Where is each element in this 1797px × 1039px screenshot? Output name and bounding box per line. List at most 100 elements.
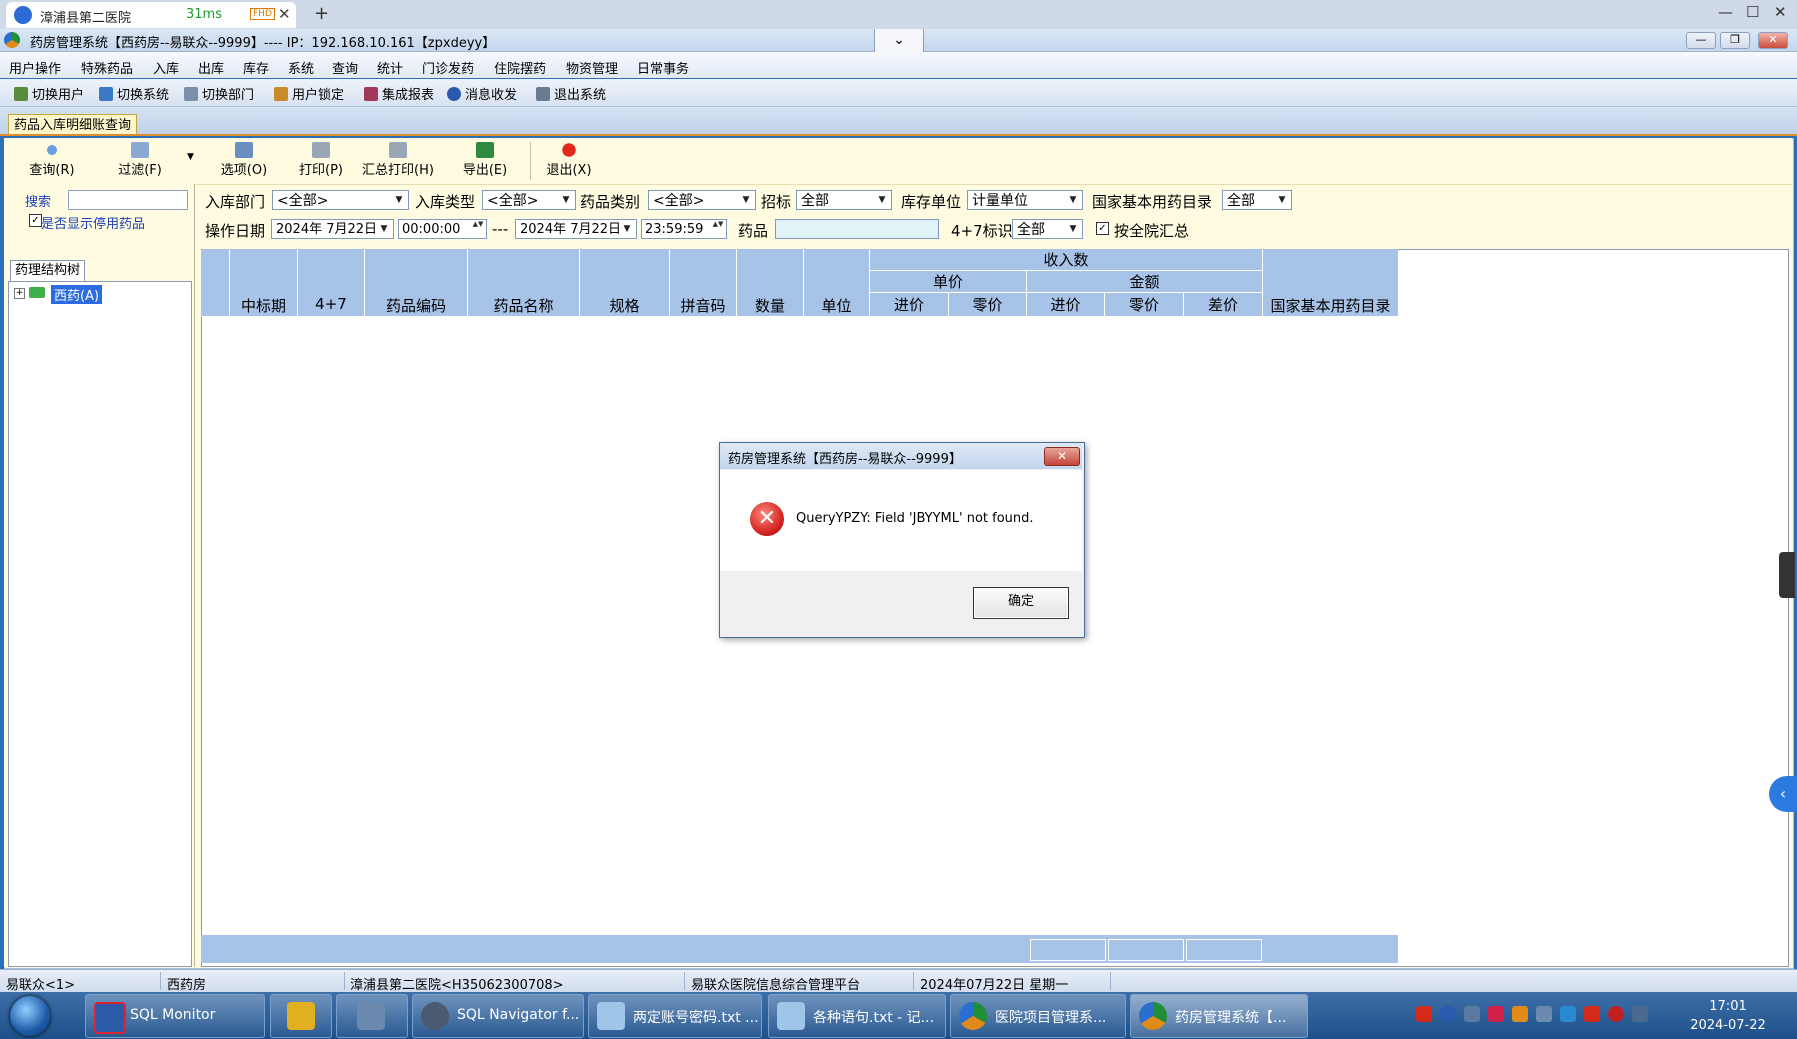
switch-dept-button[interactable]: 切换部门 bbox=[184, 84, 254, 103]
summary-print-button[interactable]: 汇总打印(H) bbox=[358, 142, 438, 178]
tree-expand-icon[interactable]: + bbox=[14, 288, 25, 299]
type-value: <全部> bbox=[487, 193, 539, 209]
col-pinyin[interactable]: 拼音码 bbox=[670, 249, 737, 317]
security-icon[interactable] bbox=[1608, 1006, 1624, 1022]
col-amount-retail[interactable]: 零价 bbox=[1105, 293, 1184, 317]
task-pharmacy-system[interactable]: 药房管理系统【... bbox=[1130, 994, 1308, 1038]
mail-icon[interactable] bbox=[1488, 1006, 1504, 1022]
arrows-icon[interactable] bbox=[1584, 1006, 1600, 1022]
col-quantity[interactable]: 数量 bbox=[737, 249, 804, 317]
col-price-cost[interactable]: 进价 bbox=[870, 293, 949, 317]
col-drug-name[interactable]: 药品名称 bbox=[468, 249, 580, 317]
task-sql-navigator[interactable]: SQL Navigator f... bbox=[412, 994, 584, 1038]
switch-system-button[interactable]: 切换系统 bbox=[99, 84, 169, 103]
minimize-icon[interactable]: — bbox=[1718, 3, 1733, 21]
type-select[interactable]: <全部> ▼ bbox=[482, 190, 576, 210]
export-button[interactable]: 导出(E) bbox=[458, 142, 512, 178]
volume-icon[interactable] bbox=[1632, 1006, 1648, 1022]
col-drug-code[interactable]: 药品编码 bbox=[365, 249, 468, 317]
tray-chevron-icon[interactable] bbox=[1464, 1006, 1480, 1022]
menu-statistics[interactable]: 统计 bbox=[377, 58, 403, 77]
app-restore-button[interactable]: ❐ bbox=[1720, 32, 1750, 49]
time-to-spinner[interactable]: 23:59:59 ▲▼ bbox=[641, 219, 727, 239]
task-notepad-accounts[interactable]: 两定账号密码.txt ... bbox=[588, 994, 762, 1038]
reports-button[interactable]: 集成报表 bbox=[364, 84, 434, 103]
menu-user-ops[interactable]: 用户操作 bbox=[9, 58, 61, 77]
col-essential-list[interactable]: 国家基本用药目录 bbox=[1263, 249, 1398, 317]
menu-stock-out[interactable]: 出库 bbox=[198, 58, 224, 77]
bid-select[interactable]: 全部 ▼ bbox=[796, 190, 892, 210]
start-button[interactable] bbox=[10, 996, 50, 1036]
lock-user-button[interactable]: 用户锁定 bbox=[274, 84, 344, 103]
task-notepad-statements[interactable]: 各种语句.txt - 记... bbox=[768, 994, 946, 1038]
spin-arrows-icon[interactable]: ▲▼ bbox=[471, 220, 485, 238]
tab-stock-in-query[interactable]: 药品入库明细账查询 bbox=[8, 114, 138, 136]
exit-button[interactable]: 退出(X) bbox=[542, 142, 596, 178]
session-dropdown-button[interactable]: ⌄ bbox=[874, 29, 924, 54]
menu-daily-affairs[interactable]: 日常事务 bbox=[637, 58, 689, 77]
print-button[interactable]: 打印(P) bbox=[295, 142, 347, 178]
new-tab-button[interactable]: + bbox=[314, 3, 329, 24]
task-network-app[interactable] bbox=[336, 994, 408, 1038]
menu-query[interactable]: 查询 bbox=[332, 58, 358, 77]
tab-pharmacology-tree[interactable]: 药理结构树 bbox=[10, 260, 86, 281]
spin-arrows-icon[interactable]: ▲▼ bbox=[711, 220, 725, 238]
date-to-picker[interactable]: 2024年 7月22日 ▼ bbox=[515, 219, 637, 239]
close-window-icon[interactable]: ✕ bbox=[1774, 3, 1787, 21]
drug-input[interactable] bbox=[775, 219, 939, 239]
time-from-spinner[interactable]: 00:00:00 ▲▼ bbox=[398, 219, 487, 239]
menu-inpatient-dispense[interactable]: 住院摆药 bbox=[494, 58, 546, 77]
category-select[interactable]: <全部> ▼ bbox=[648, 190, 756, 210]
options-icon bbox=[235, 142, 253, 158]
clock[interactable]: 17:01 2024-07-22 bbox=[1680, 997, 1776, 1035]
flag47-select[interactable]: 全部 ▼ bbox=[1012, 219, 1083, 239]
sogou-ime-icon[interactable] bbox=[1416, 1006, 1432, 1022]
col-amount-cost[interactable]: 进价 bbox=[1027, 293, 1105, 317]
remote-session-tab[interactable]: 漳浦县第二医院 31ms FHD ✕ bbox=[6, 2, 296, 28]
side-collapse-button[interactable]: ‹ bbox=[1769, 776, 1797, 812]
dialog-title-bar: 药房管理系统【西药房--易联众--9999】 bbox=[720, 443, 1082, 469]
col-amount-diff[interactable]: 差价 bbox=[1184, 293, 1263, 317]
maximize-icon[interactable]: ☐ bbox=[1746, 3, 1759, 21]
task-label: 药房管理系统【... bbox=[1175, 1010, 1287, 1026]
side-drag-handle[interactable] bbox=[1779, 552, 1795, 598]
menu-materials[interactable]: 物资管理 bbox=[566, 58, 618, 77]
task-sql-monitor[interactable]: SQL Monitor bbox=[85, 994, 265, 1038]
filter-button[interactable]: 过滤(F) bbox=[112, 142, 168, 178]
error-message: QueryYPZY: Field 'JBYYML' not found. bbox=[796, 511, 1034, 526]
messages-button[interactable]: 消息收发 bbox=[447, 84, 517, 103]
menu-special-drugs[interactable]: 特殊药品 bbox=[81, 58, 133, 77]
all-hospital-checkbox[interactable]: ✓ bbox=[1096, 222, 1109, 235]
col-4plus7[interactable]: 4+7 bbox=[298, 249, 365, 317]
app-minimize-button[interactable]: — bbox=[1686, 32, 1716, 49]
col-price-retail[interactable]: 零价 bbox=[949, 293, 1027, 317]
search-input[interactable] bbox=[68, 190, 188, 210]
menu-system[interactable]: 系统 bbox=[288, 58, 314, 77]
essential-list-select[interactable]: 全部 ▼ bbox=[1222, 190, 1292, 210]
exit-system-button[interactable]: 退出系统 bbox=[536, 84, 606, 103]
menu-inventory[interactable]: 库存 bbox=[243, 58, 269, 77]
tree-node-western-drugs[interactable]: 西药(A) bbox=[51, 285, 103, 304]
dept-select[interactable]: <全部> ▼ bbox=[272, 190, 409, 210]
close-tab-icon[interactable]: ✕ bbox=[278, 5, 291, 23]
dialog-close-button[interactable]: ✕ bbox=[1044, 447, 1080, 466]
app-close-button[interactable]: ✕ bbox=[1758, 32, 1788, 49]
shield-icon[interactable] bbox=[1512, 1006, 1528, 1022]
menu-stock-in[interactable]: 入库 bbox=[153, 58, 179, 77]
col-unit[interactable]: 单位 bbox=[804, 249, 870, 317]
menu-outpatient-dispense[interactable]: 门诊发药 bbox=[422, 58, 474, 77]
ok-button[interactable]: 确定 bbox=[973, 587, 1069, 619]
task-hospital-project[interactable]: 医院项目管理系... bbox=[950, 994, 1126, 1038]
task-sql-app[interactable] bbox=[270, 994, 332, 1038]
filter-dropdown-icon[interactable]: ▼ bbox=[187, 152, 194, 162]
switch-user-button[interactable]: 切换用户 bbox=[14, 84, 84, 103]
remote-desktop-icon[interactable] bbox=[1560, 1006, 1576, 1022]
date-from-picker[interactable]: 2024年 7月22日 ▼ bbox=[271, 219, 394, 239]
help-icon[interactable] bbox=[1440, 1006, 1456, 1022]
col-spec[interactable]: 规格 bbox=[580, 249, 670, 317]
stock-unit-select[interactable]: 计量单位 ▼ bbox=[967, 190, 1083, 210]
col-bid-period[interactable]: 中标期 bbox=[230, 249, 298, 317]
network-icon[interactable] bbox=[1536, 1006, 1552, 1022]
options-button[interactable]: 选项(O) bbox=[217, 142, 271, 178]
query-button[interactable]: 查询(R) bbox=[26, 142, 78, 178]
